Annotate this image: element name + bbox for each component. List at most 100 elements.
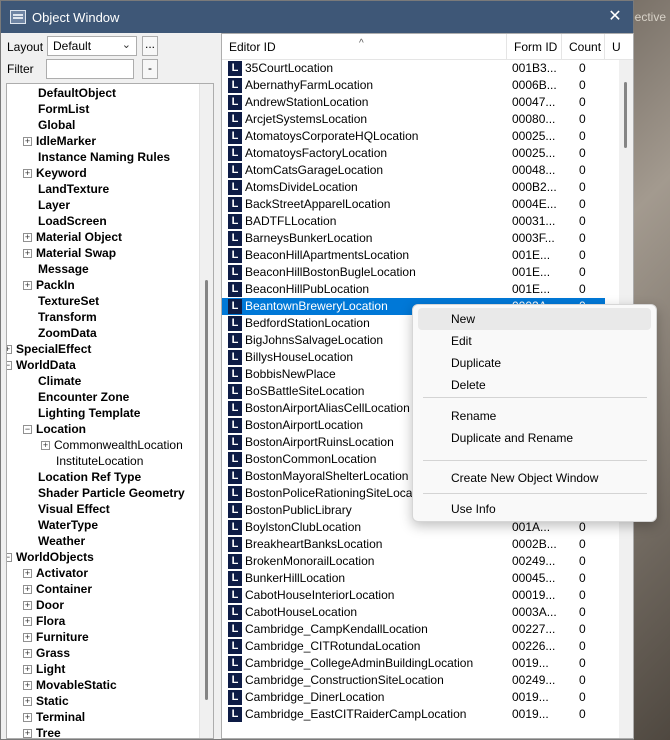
expand-icon[interactable]: +	[23, 697, 32, 707]
tree-item[interactable]: + IdleMarker	[23, 133, 97, 149]
expand-icon[interactable]: +	[23, 169, 32, 179]
tree-item[interactable]: ZoomData	[37, 325, 98, 341]
list-row[interactable]: L BeaconHillApartmentsLocation 001E... 0	[222, 247, 605, 264]
tree-item[interactable]: + Static	[23, 693, 70, 709]
list-scrollbar-thumb[interactable]	[624, 82, 627, 148]
list-row[interactable]: L Cambridge_ConstructionSiteLocation 00249…	[222, 672, 605, 689]
tree-item[interactable]: Weather	[37, 533, 86, 549]
list-row[interactable]: L BrokenMonorailLocation 00249... 0	[222, 553, 605, 570]
expand-icon[interactable]: +	[23, 585, 32, 595]
list-row[interactable]: L BarneysBunkerLocation 0003F... 0	[222, 230, 605, 247]
tree-item[interactable]: InstituteLocation	[55, 453, 144, 469]
layout-select[interactable]: Default ⌄	[47, 36, 137, 56]
tree-item[interactable]: TextureSet	[37, 293, 100, 309]
column-form-id[interactable]: Form ID	[507, 34, 562, 60]
tree-item[interactable]: + Flora	[23, 613, 66, 629]
tree-item[interactable]: − Location	[23, 421, 87, 437]
tree-item[interactable]: + Tree	[23, 725, 62, 738]
list-row[interactable]: L CabotHouseLocation 0003A... 0	[222, 604, 605, 621]
list-row[interactable]: L BeaconHillBostonBugleLocation 001E... 0	[222, 264, 605, 281]
list-row[interactable]: L AtomsDivideLocation 000B2... 0	[222, 179, 605, 196]
expand-icon[interactable]: +	[23, 249, 32, 259]
expand-icon[interactable]: +	[23, 137, 32, 147]
title-bar[interactable]: Object Window ✕	[1, 1, 633, 33]
list-row[interactable]: L CabotHouseInteriorLocation 00019... 0	[222, 587, 605, 604]
collapse-icon[interactable]: −	[7, 553, 12, 563]
tree-item[interactable]: + Furniture	[23, 629, 90, 645]
expand-icon[interactable]: +	[23, 665, 32, 675]
tree-scrollbar[interactable]	[199, 84, 213, 738]
menu-create-new-object-window[interactable]: Create New Object Window	[418, 467, 651, 489]
expand-icon[interactable]: +	[23, 617, 32, 627]
tree-item[interactable]: + Light	[23, 661, 66, 677]
tree-item[interactable]: + Grass	[23, 645, 71, 661]
list-row[interactable]: L ArcjetSystemsLocation 00080... 0	[222, 111, 605, 128]
tree-item[interactable]: + Material Swap	[23, 245, 117, 261]
menu-duplicate[interactable]: Duplicate	[418, 352, 651, 374]
tree-item[interactable]: + PackIn	[23, 277, 76, 293]
expand-icon[interactable]: +	[23, 729, 32, 738]
list-row[interactable]: L BackStreetApparelLocation 0004E... 0	[222, 196, 605, 213]
tree-item[interactable]: Climate	[37, 373, 82, 389]
tree-item[interactable]: −WorldData	[7, 357, 77, 373]
menu-duplicate-and-rename[interactable]: Duplicate and Rename	[418, 427, 651, 449]
list-row[interactable]: L BADTFLLocation 00031... 0	[222, 213, 605, 230]
menu-edit[interactable]: Edit	[418, 330, 651, 352]
tree-item[interactable]: + Keyword	[23, 165, 88, 181]
tree-item[interactable]: Encounter Zone	[37, 389, 130, 405]
tree-item[interactable]: Shader Particle Geometry	[37, 485, 186, 501]
list-row[interactable]: L AtomatoysCorporateHQLocation 00025... 0	[222, 128, 605, 145]
layout-options-button[interactable]: ...	[142, 36, 158, 56]
tree-item[interactable]: Location Ref Type	[37, 469, 142, 485]
column-count[interactable]: Count	[562, 34, 605, 60]
close-button[interactable]: ✕	[605, 7, 625, 27]
list-row[interactable]: L AtomatoysFactoryLocation 00025... 0	[222, 145, 605, 162]
list-row[interactable]: L Cambridge_CampKendallLocation 00227... 0	[222, 621, 605, 638]
menu-use-info[interactable]: Use Info	[418, 498, 651, 520]
collapse-icon[interactable]: −	[7, 361, 12, 371]
filter-clear-button[interactable]: -	[142, 59, 158, 79]
tree-item[interactable]: + Terminal	[23, 709, 86, 725]
list-row[interactable]: L Cambridge_EastCITRaiderCampLocation 0019…	[222, 706, 605, 723]
list-row[interactable]: L Cambridge_CollegeAdminBuildingLocation 0…	[222, 655, 605, 672]
expand-icon[interactable]: +	[23, 633, 32, 643]
column-users[interactable]: U	[605, 34, 633, 60]
tree-item[interactable]: Message	[37, 261, 90, 277]
expand-icon[interactable]: +	[23, 649, 32, 659]
menu-new[interactable]: New	[418, 308, 651, 330]
tree-item[interactable]: + Container	[23, 581, 93, 597]
list-row[interactable]: L BunkerHillLocation 00045... 0	[222, 570, 605, 587]
tree-item[interactable]: Layer	[37, 197, 71, 213]
menu-rename[interactable]: Rename	[418, 405, 651, 427]
tree-item[interactable]: + Material Object	[23, 229, 123, 245]
list-row[interactable]: L AtomCatsGarageLocation 00048... 0	[222, 162, 605, 179]
expand-icon[interactable]: +	[23, 681, 32, 691]
list-row[interactable]: L AndrewStationLocation 00047... 0	[222, 94, 605, 111]
tree-item[interactable]: Global	[37, 117, 76, 133]
tree-item[interactable]: + CommonwealthLocation	[41, 437, 184, 453]
tree-item[interactable]: Instance Naming Rules	[37, 149, 171, 165]
column-editor-id[interactable]: Editor ID ^	[222, 34, 507, 60]
tree-item[interactable]: −WorldObjects	[7, 549, 95, 565]
list-row[interactable]: L BeaconHillPubLocation 001E... 0	[222, 281, 605, 298]
list-row[interactable]: L AbernathyFarmLocation 0006B... 0	[222, 77, 605, 94]
tree-item[interactable]: Lighting Template	[37, 405, 141, 421]
list-row[interactable]: L Cambridge_DinerLocation 0019... 0	[222, 689, 605, 706]
tree-item[interactable]: WaterType	[37, 517, 99, 533]
expand-icon[interactable]: +	[41, 441, 50, 451]
list-row[interactable]: L 35CourtLocation 001B3... 0	[222, 60, 605, 77]
expand-icon[interactable]: +	[23, 713, 32, 723]
category-tree[interactable]: DefaultObject FormList Global + IdleMarker In…	[6, 83, 214, 739]
tree-item[interactable]: Transform	[37, 309, 98, 325]
tree-item[interactable]: Visual Effect	[37, 501, 111, 517]
tree-item[interactable]: LandTexture	[37, 181, 110, 197]
expand-icon[interactable]: +	[23, 601, 32, 611]
tree-item[interactable]: DefaultObject	[37, 85, 117, 101]
collapse-icon[interactable]: −	[23, 425, 32, 435]
tree-item[interactable]: + MovableStatic	[23, 677, 118, 693]
list-row[interactable]: L Cambridge_CITRotundaLocation 00226... 0	[222, 638, 605, 655]
expand-icon[interactable]: +	[23, 569, 32, 579]
expand-icon[interactable]: +	[7, 345, 12, 355]
list-row[interactable]: L BreakheartBanksLocation 0002B... 0	[222, 536, 605, 553]
tree-item[interactable]: + Activator	[23, 565, 89, 581]
